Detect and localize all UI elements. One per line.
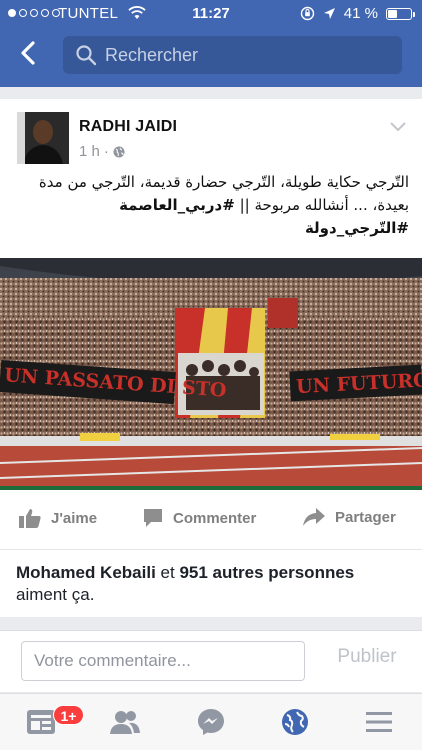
post-meta: 1 h · xyxy=(79,143,125,160)
share-label: Partager xyxy=(335,508,396,526)
liker-name[interactable]: Mohamed Kebaili xyxy=(16,563,156,582)
top-bar: TUNTEL 11:27 41 % xyxy=(0,0,422,87)
battery-percent: 41 % xyxy=(343,5,378,22)
search-bar[interactable] xyxy=(63,36,402,74)
comment-label: Commenter xyxy=(173,509,257,527)
comment-bar: Publier xyxy=(0,630,422,692)
location-icon xyxy=(323,8,335,19)
hamburger-menu-icon xyxy=(366,712,392,732)
search-input[interactable] xyxy=(105,44,385,66)
chevron-down-icon[interactable] xyxy=(389,121,407,133)
tab-menu[interactable] xyxy=(362,706,396,738)
post-actions: J'aime Commenter Partager xyxy=(0,500,422,540)
search-icon xyxy=(76,45,97,66)
post-author[interactable]: RADHI JAIDI xyxy=(79,118,177,136)
news-feed-icon xyxy=(27,710,55,734)
tab-notifications[interactable] xyxy=(278,706,312,738)
post-photo[interactable]: UN PASSATO DI STO UN FUTURO xyxy=(0,258,422,490)
post-time[interactable]: 1 h xyxy=(79,143,100,160)
tab-bar: 1+ xyxy=(0,693,422,750)
like-label: J'aime xyxy=(51,509,98,527)
tab-messenger[interactable] xyxy=(194,706,228,738)
likes-and: et xyxy=(155,563,180,582)
comment-button[interactable]: Commenter xyxy=(143,508,256,528)
post-card: RADHI JAIDI 1 h · التّرجي حكاية طويلة، ا… xyxy=(0,99,422,617)
share-arrow-icon xyxy=(303,508,325,526)
battery-icon xyxy=(386,7,415,20)
messenger-icon xyxy=(198,709,224,735)
status-bar: TUNTEL 11:27 41 % xyxy=(0,0,422,28)
publish-button[interactable]: Publier xyxy=(317,646,417,668)
comment-input[interactable] xyxy=(21,641,305,681)
orientation-lock-icon xyxy=(300,6,314,21)
likes-others[interactable]: 951 autres personnes xyxy=(179,563,354,582)
hashtag-esperance[interactable]: #التّرجي_دولة xyxy=(305,219,409,237)
notification-badge: 1+ xyxy=(53,705,84,725)
globe-icon xyxy=(282,709,308,735)
likes-suffix: aiment ça. xyxy=(16,585,95,604)
back-arrow-icon[interactable] xyxy=(14,38,44,68)
comment-icon xyxy=(144,509,162,527)
thumbs-up-icon xyxy=(19,509,41,528)
hashtag-derby[interactable]: #دربي_العاصمة xyxy=(119,196,235,214)
avatar[interactable] xyxy=(17,112,69,164)
like-button[interactable]: J'aime xyxy=(19,508,97,528)
friends-icon xyxy=(110,711,140,734)
share-button[interactable]: Partager xyxy=(303,508,396,526)
post-text: التّرجي حكاية طويلة، التّرجي حضارة قديمة… xyxy=(16,171,409,240)
globe-privacy-icon xyxy=(113,146,125,157)
divider xyxy=(0,549,422,550)
likes-summary[interactable]: Mohamed Kebaili et 951 autres personnes a… xyxy=(16,562,411,606)
tab-friends[interactable] xyxy=(108,706,142,738)
